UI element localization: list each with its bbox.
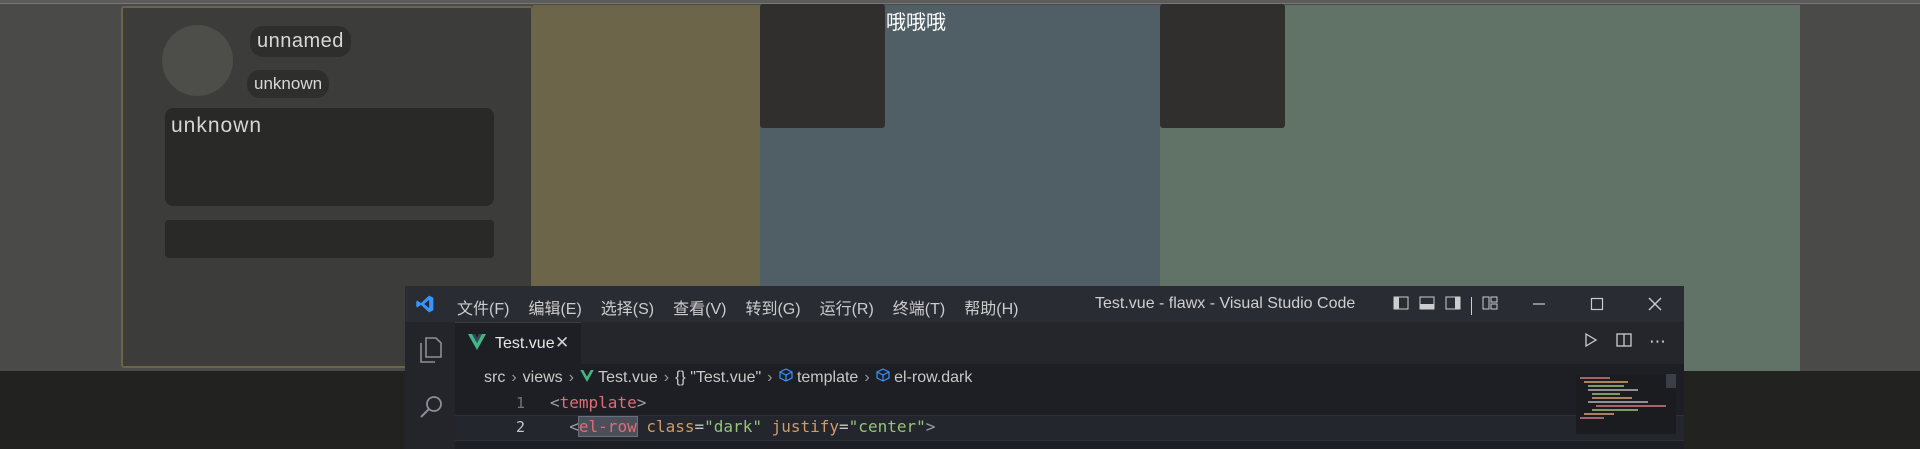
- profile-name: unnamed: [250, 26, 351, 57]
- window-title: Test.vue - flawx - Visual Studio Code: [1095, 295, 1356, 312]
- token: >: [636, 393, 647, 412]
- run-icon[interactable]: [1583, 332, 1599, 353]
- breadcrumb-separator-icon: ›: [568, 369, 574, 386]
- vue-icon: [468, 334, 486, 355]
- token: <: [550, 393, 560, 412]
- minimize-icon[interactable]: [1510, 286, 1568, 322]
- avatar[interactable]: [162, 25, 233, 96]
- toggle-secondary-sidebar-icon[interactable]: [1445, 295, 1461, 316]
- toggle-primary-sidebar-icon[interactable]: [1393, 295, 1409, 316]
- breadcrumb-item[interactable]: el-row.dark: [894, 369, 972, 386]
- customize-layout-icon[interactable]: [1482, 295, 1498, 316]
- menu-help[interactable]: 帮助(H): [964, 295, 1018, 319]
- tab-label: Test.vue: [495, 335, 555, 352]
- split-editor-icon[interactable]: [1616, 332, 1632, 353]
- toggle-panel-icon[interactable]: [1419, 295, 1435, 316]
- code-text: <template>: [550, 393, 646, 412]
- token: =: [694, 417, 705, 436]
- code-line[interactable]: 1 <template>: [455, 392, 1684, 416]
- menu-go[interactable]: 转到(G): [745, 295, 800, 319]
- menu-view[interactable]: 查看(V): [673, 295, 726, 319]
- profile-subtitle: unknown: [247, 70, 330, 98]
- menu-bar: 文件(F) 编辑(E) 选择(S) 查看(V) 转到(G) 运行(R) 终端(T…: [457, 295, 1037, 319]
- token: "dark": [704, 417, 762, 436]
- profile-description: unknown: [165, 108, 494, 206]
- editor-tabs: Test.vue ✕ ⋯: [455, 322, 1684, 365]
- token: =: [839, 417, 849, 436]
- close-icon[interactable]: [1626, 286, 1684, 322]
- token: "center": [848, 417, 926, 436]
- token: <: [569, 417, 579, 436]
- token: >: [925, 417, 936, 436]
- vue-icon: [580, 369, 594, 386]
- vscode-logo-icon: [416, 295, 434, 313]
- explorer-icon[interactable]: [418, 336, 444, 368]
- token: template: [559, 393, 637, 412]
- divider: [1471, 296, 1472, 315]
- top-text: 哦哦哦: [886, 10, 946, 34]
- breadcrumb: src › views › Test.vue › {} "Test.vue" › templ…: [484, 368, 972, 387]
- line-number: 1: [515, 394, 525, 412]
- breadcrumb-item[interactable]: src: [484, 369, 505, 386]
- token: class: [646, 417, 695, 436]
- dark-tile-2: [1160, 4, 1285, 128]
- window-controls: [1510, 286, 1684, 322]
- line-number: 2: [515, 418, 525, 436]
- search-icon[interactable]: [419, 394, 445, 424]
- vscode-window: 文件(F) 编辑(E) 选择(S) 查看(V) 转到(G) 运行(R) 终端(T…: [405, 286, 1684, 449]
- menu-run[interactable]: 运行(R): [820, 295, 874, 319]
- tab-test-vue[interactable]: Test.vue ✕: [455, 322, 581, 365]
- menu-file[interactable]: 文件(F): [457, 295, 509, 319]
- title-bar: 文件(F) 编辑(E) 选择(S) 查看(V) 转到(G) 运行(R) 终端(T…: [405, 286, 1684, 322]
- code-editor[interactable]: 1 <template> 2 <el-row class="dark" just…: [455, 392, 1684, 449]
- breadcrumb-separator-icon: ›: [511, 369, 517, 386]
- activity-bar: [405, 322, 455, 449]
- braces-icon: {}: [675, 369, 686, 386]
- breadcrumb-item[interactable]: Test.vue: [598, 369, 658, 386]
- menu-selection[interactable]: 选择(S): [601, 295, 654, 319]
- cube-icon: [778, 368, 793, 386]
- breadcrumb-separator-icon: ›: [767, 369, 773, 386]
- more-actions-icon[interactable]: ⋯: [1649, 332, 1666, 353]
- cube-icon: [876, 368, 890, 386]
- breadcrumb-item[interactable]: "Test.vue": [690, 369, 761, 386]
- dark-tile-1: [760, 4, 885, 128]
- breadcrumb-separator-icon: ›: [864, 369, 870, 386]
- top-border: [0, 0, 1920, 4]
- token: justify: [771, 417, 840, 436]
- minimap[interactable]: [1576, 374, 1676, 434]
- code-line-current[interactable]: 2 <el-row class="dark" justify="center">: [455, 415, 1684, 441]
- profile-footer-bar: [165, 220, 494, 258]
- code-text: <el-row class="dark" justify="center">: [550, 416, 936, 437]
- menu-terminal[interactable]: 终端(T): [893, 295, 945, 319]
- token: el-row: [577, 416, 638, 437]
- tab-close-icon[interactable]: ✕: [555, 333, 569, 353]
- editor-actions: ⋯: [1583, 332, 1666, 353]
- layout-controls: [1393, 295, 1508, 316]
- maximize-icon[interactable]: [1568, 286, 1626, 322]
- menu-edit[interactable]: 编辑(E): [528, 295, 581, 319]
- breadcrumb-separator-icon: ›: [663, 369, 670, 386]
- breadcrumb-item[interactable]: template: [797, 369, 858, 386]
- left-gutter: [0, 5, 121, 371]
- breadcrumb-item[interactable]: views: [523, 369, 563, 386]
